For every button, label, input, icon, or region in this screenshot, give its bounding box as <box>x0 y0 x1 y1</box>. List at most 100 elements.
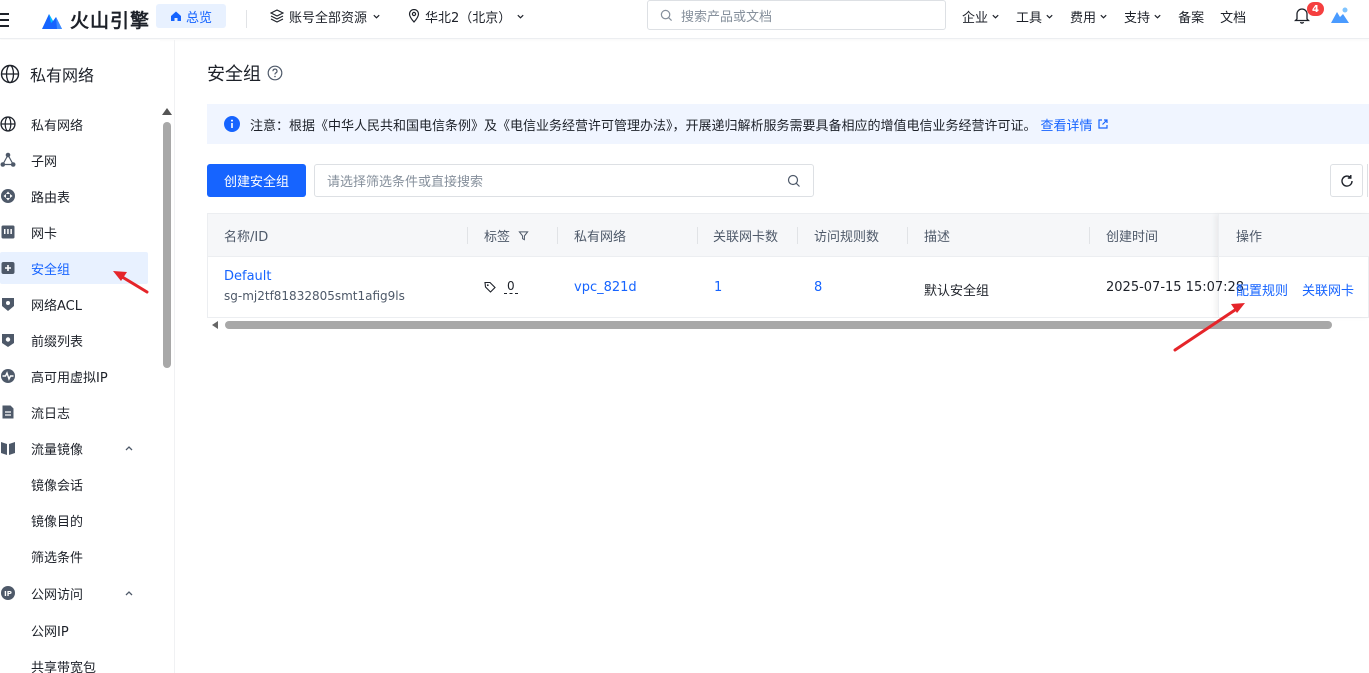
security-group-icon <box>1 262 15 274</box>
col-header-created-time[interactable]: 创建时间 <box>1106 214 1158 257</box>
info-icon <box>224 116 240 132</box>
sidebar-item-label: 子网 <box>31 154 58 170</box>
chevron-up-icon[interactable] <box>124 444 134 452</box>
notice-details-link[interactable]: 查看详情 <box>1041 115 1109 134</box>
security-group-table: 名称/ID 标签 私有网络 关联网卡数 访问规则数 描述 创建时间 操作 Def… <box>207 213 1369 318</box>
scrollbar-thumb[interactable] <box>225 321 1332 329</box>
sidebar-item-security-group[interactable]: 安全组 <box>0 252 148 284</box>
table-horizontal-scrollbar[interactable] <box>207 318 1369 332</box>
chevron-up-icon[interactable] <box>124 589 134 597</box>
sidebar-scrollbar-thumb[interactable] <box>163 122 171 368</box>
col-header-tags[interactable]: 标签 <box>484 214 529 257</box>
scrollbar-up-arrow[interactable] <box>162 108 172 115</box>
home-icon <box>170 11 181 21</box>
nav-support[interactable]: 支持 <box>1124 7 1162 26</box>
top-nav: 企业 工具 费用 支持 备案 文档 <box>962 6 1262 26</box>
annotation-arrows <box>113 271 1245 352</box>
nav-filing[interactable]: 备案 <box>1178 7 1204 26</box>
refresh-button[interactable] <box>1330 164 1363 197</box>
search-icon <box>660 9 673 21</box>
sidebar-item-label: 高可用虚拟IP <box>31 370 108 386</box>
nic-count-link[interactable]: 1 <box>714 280 722 295</box>
col-header-name[interactable]: 名称/ID <box>224 214 268 257</box>
sidebar-item-havip[interactable]: 高可用虚拟IP <box>0 360 148 392</box>
associate-nic-link[interactable]: 关联网卡 <box>1302 280 1354 299</box>
sidebar-item-subnet[interactable]: 子网 <box>0 144 148 176</box>
col-header-description[interactable]: 描述 <box>924 214 950 257</box>
sidebar: 私有网络 私有网络 子网 路由表 网卡 安全组 网络ACL 前缀列表 高可用虚拟… <box>0 40 160 673</box>
col-header-rule-count[interactable]: 访问规则数 <box>814 214 879 257</box>
globe-icon <box>0 64 20 84</box>
sidebar-item-filter[interactable]: 筛选条件 <box>0 540 148 572</box>
nav-tools[interactable]: 工具 <box>1016 7 1054 26</box>
location-icon <box>408 9 420 23</box>
resource-selector[interactable]: 账号全部资源 <box>270 6 381 26</box>
global-search-input[interactable]: 搜索产品或文档 <box>647 0 946 30</box>
filter-search-input[interactable]: 请选择筛选条件或直接搜索 <box>314 164 814 197</box>
sidebar-item-bandwidth-package[interactable]: 共享带宽包 <box>0 650 148 673</box>
sg-created-time: 2025-07-15 15:07:28 <box>1106 280 1245 295</box>
resource-label: 账号全部资源 <box>289 10 368 26</box>
table-header: 名称/ID 标签 私有网络 关联网卡数 访问规则数 描述 创建时间 <box>208 214 1369 257</box>
rule-count-link[interactable]: 8 <box>814 280 822 295</box>
sidebar-item-label: 路由表 <box>31 190 71 206</box>
create-security-group-button[interactable]: 创建安全组 <box>207 164 306 197</box>
page-title: 安全组 <box>207 60 283 86</box>
vpc-link[interactable]: vpc_821d <box>574 280 637 295</box>
acl-icon <box>2 298 14 311</box>
filter-placeholder: 请选择筛选条件或直接搜索 <box>327 175 484 190</box>
mirror-icon <box>1 442 15 455</box>
havip-icon <box>1 369 15 383</box>
region-selector[interactable]: 华北2（北京） <box>408 6 525 26</box>
chevron-down-icon <box>1154 14 1161 19</box>
sidebar-item-flow-log[interactable]: 流日志 <box>0 396 148 428</box>
home-button[interactable]: 总览 <box>156 4 226 28</box>
sg-description: 默认安全组 <box>924 284 990 299</box>
chevron-down-icon <box>1046 14 1053 19</box>
home-label: 总览 <box>185 10 212 26</box>
search-placeholder: 搜索产品或文档 <box>681 9 773 25</box>
sidebar-item-label: 筛选条件 <box>31 550 84 566</box>
tag-icon <box>484 281 496 293</box>
nav-docs[interactable]: 文档 <box>1220 7 1246 26</box>
svg-text:IP: IP <box>4 590 12 598</box>
layers-icon <box>270 9 284 23</box>
nav-billing[interactable]: 费用 <box>1070 7 1108 26</box>
sidebar-item-label: 安全组 <box>31 262 71 278</box>
col-header-vpc[interactable]: 私有网络 <box>574 214 626 257</box>
sidebar-item-label: 公网IP <box>31 624 69 640</box>
divider <box>246 10 247 28</box>
sg-name-link[interactable]: Default <box>224 269 272 284</box>
sidebar-item-traffic-mirror[interactable]: 流量镜像 <box>0 432 148 464</box>
flow-log-icon <box>2 405 14 419</box>
sidebar-title: 私有网络 <box>0 62 94 86</box>
configure-rules-link[interactable]: 配置规则 <box>1236 280 1288 299</box>
col-header-nic-count[interactable]: 关联网卡数 <box>713 214 778 257</box>
filter-icon[interactable] <box>518 230 529 241</box>
sidebar-item-vpc[interactable]: 私有网络 <box>0 108 148 140</box>
nav-enterprise[interactable]: 企业 <box>962 7 1000 26</box>
sidebar-item-nic[interactable]: 网卡 <box>0 216 148 248</box>
sidebar-item-mirror-target[interactable]: 镜像目的 <box>0 504 148 536</box>
sidebar-item-public-ip[interactable]: 公网IP <box>0 614 148 646</box>
notification-badge: 4 <box>1307 2 1324 16</box>
refresh-icon <box>1340 174 1353 187</box>
menu-icon[interactable] <box>0 9 10 29</box>
sidebar-item-label: 镜像目的 <box>31 514 84 530</box>
help-icon[interactable] <box>267 65 283 81</box>
chevron-down-icon <box>517 14 524 19</box>
sidebar-item-mirror-session[interactable]: 镜像会话 <box>0 468 148 500</box>
avatar[interactable] <box>1330 5 1350 25</box>
sidebar-item-public-access[interactable]: IP 公网访问 <box>0 577 148 609</box>
logo[interactable]: 火山引擎 <box>40 6 150 33</box>
operations-column: 操作 <box>1218 214 1369 317</box>
sidebar-item-acl[interactable]: 网络ACL <box>0 288 148 320</box>
route-icon <box>1 189 15 203</box>
subnet-icon <box>0 152 16 167</box>
volcano-logo-icon <box>42 13 62 29</box>
scroll-left-arrow[interactable] <box>212 321 218 329</box>
tag-count[interactable]: 0 <box>484 279 518 294</box>
sidebar-item-route-table[interactable]: 路由表 <box>0 180 148 212</box>
sidebar-item-prefix-list[interactable]: 前缀列表 <box>0 324 148 356</box>
top-bar: 火山引擎 总览 账号全部资源 华北2（北京） 搜索产品或文档 企业 工具 费用 … <box>0 0 1369 39</box>
